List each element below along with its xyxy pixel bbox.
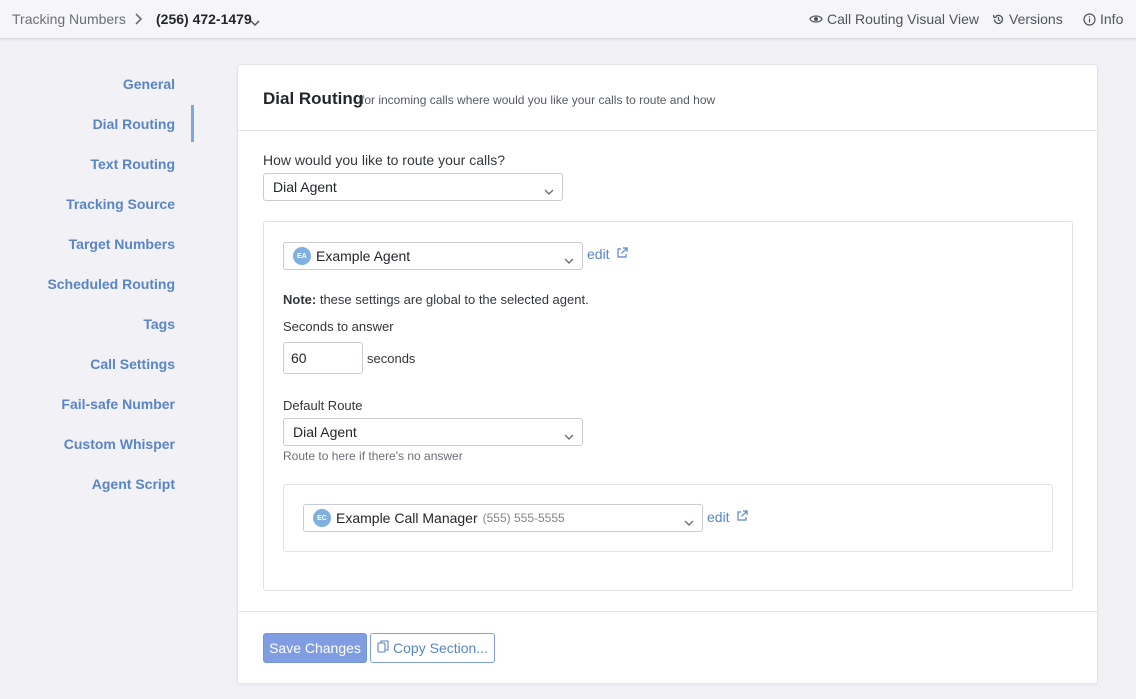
versions-label: Versions bbox=[1009, 11, 1063, 27]
default-route-help: Route to here if there's no answer bbox=[283, 449, 463, 463]
info-link[interactable]: Info bbox=[1083, 11, 1123, 27]
external-link-icon bbox=[736, 509, 748, 525]
chevron-down-icon bbox=[564, 252, 574, 268]
info-icon bbox=[1083, 12, 1096, 26]
breadcrumb-current-number[interactable]: (256) 472-1479 bbox=[156, 11, 252, 27]
agent-global-note: Note: these settings are global to the s… bbox=[283, 292, 589, 307]
call-manager-name: Example Call Manager bbox=[336, 510, 478, 526]
default-route-select[interactable]: Dial Agent bbox=[283, 418, 583, 446]
copy-section-label: Copy Section... bbox=[393, 640, 488, 656]
chevron-down-icon bbox=[544, 183, 554, 199]
page-subtitle: for incoming calls where would you like … bbox=[361, 93, 716, 107]
edit-agent-label: edit bbox=[587, 246, 610, 262]
active-indicator bbox=[191, 105, 194, 142]
sidebar-item-agent-script[interactable]: Agent Script bbox=[92, 476, 175, 492]
external-link-icon bbox=[616, 246, 628, 262]
sidebar-item-general[interactable]: General bbox=[123, 76, 175, 92]
history-icon bbox=[992, 13, 1005, 26]
seconds-to-answer-input[interactable]: 60 bbox=[283, 342, 363, 374]
sidebar-item-target-numbers[interactable]: Target Numbers bbox=[69, 236, 175, 252]
dial-routing-card: Dial Routing for incoming calls where wo… bbox=[237, 64, 1098, 684]
chevron-down-icon[interactable] bbox=[250, 14, 260, 32]
top-bar: Tracking Numbers (256) 472-1479 Call Rou… bbox=[0, 0, 1136, 39]
note-text: these settings are global to the selecte… bbox=[316, 292, 589, 307]
call-manager-phone: (555) 555-5555 bbox=[482, 511, 565, 525]
info-label: Info bbox=[1100, 11, 1124, 27]
edit-agent-link[interactable]: edit bbox=[587, 246, 628, 262]
footer-divider bbox=[238, 611, 1097, 612]
eye-icon bbox=[809, 13, 823, 25]
default-route-value: Dial Agent bbox=[293, 424, 357, 440]
page-title: Dial Routing bbox=[263, 89, 364, 108]
breadcrumb-tracking-numbers[interactable]: Tracking Numbers bbox=[12, 11, 126, 27]
avatar: EC bbox=[313, 509, 331, 527]
edit-call-manager-label: edit bbox=[707, 509, 730, 525]
sidebar-item-scheduled-routing[interactable]: Scheduled Routing bbox=[47, 276, 175, 292]
route-type-value: Dial Agent bbox=[273, 179, 337, 195]
sidebar-item-text-routing[interactable]: Text Routing bbox=[90, 156, 175, 172]
sidebar-item-tags[interactable]: Tags bbox=[143, 316, 175, 332]
seconds-to-answer-label: Seconds to answer bbox=[283, 319, 394, 334]
call-routing-visual-view-link[interactable]: Call Routing Visual View bbox=[809, 11, 979, 27]
copy-icon bbox=[377, 640, 389, 656]
seconds-to-answer-value: 60 bbox=[291, 350, 307, 366]
versions-link[interactable]: Versions bbox=[992, 11, 1063, 27]
agent-settings-panel: EA Example Agent edit Note: these settin… bbox=[263, 221, 1073, 591]
agent-name: Example Agent bbox=[316, 248, 411, 264]
sidebar-item-dial-routing[interactable]: Dial Routing bbox=[93, 116, 175, 132]
save-changes-label: Save Changes bbox=[269, 640, 361, 656]
note-bold: Note: bbox=[283, 292, 317, 307]
route-type-select[interactable]: Dial Agent bbox=[263, 173, 563, 201]
save-changes-button[interactable]: Save Changes bbox=[263, 633, 367, 663]
sidebar-item-tracking-source[interactable]: Tracking Source bbox=[66, 196, 175, 212]
chevron-down-icon bbox=[684, 514, 694, 530]
seconds-unit-label: seconds bbox=[367, 351, 416, 366]
default-route-label: Default Route bbox=[283, 398, 363, 413]
chevron-right-icon bbox=[134, 9, 144, 33]
copy-section-button[interactable]: Copy Section... bbox=[370, 633, 495, 663]
call-routing-visual-view-label: Call Routing Visual View bbox=[827, 11, 980, 27]
avatar: EA bbox=[293, 247, 311, 265]
agent-select[interactable]: EA Example Agent bbox=[283, 242, 583, 270]
route-question-label: How would you like to route your calls? bbox=[263, 152, 506, 168]
sidebar-item-custom-whisper[interactable]: Custom Whisper bbox=[64, 436, 175, 452]
sidebar-item-call-settings[interactable]: Call Settings bbox=[90, 356, 175, 372]
default-route-target-panel: EC Example Call Manager (555) 555-5555 e… bbox=[283, 484, 1053, 552]
edit-call-manager-link[interactable]: edit bbox=[707, 509, 748, 525]
sidebar-item-fail-safe-number[interactable]: Fail-safe Number bbox=[61, 396, 175, 412]
header-divider bbox=[238, 130, 1097, 131]
call-manager-select[interactable]: EC Example Call Manager (555) 555-5555 bbox=[303, 504, 703, 532]
chevron-down-icon bbox=[564, 428, 574, 444]
